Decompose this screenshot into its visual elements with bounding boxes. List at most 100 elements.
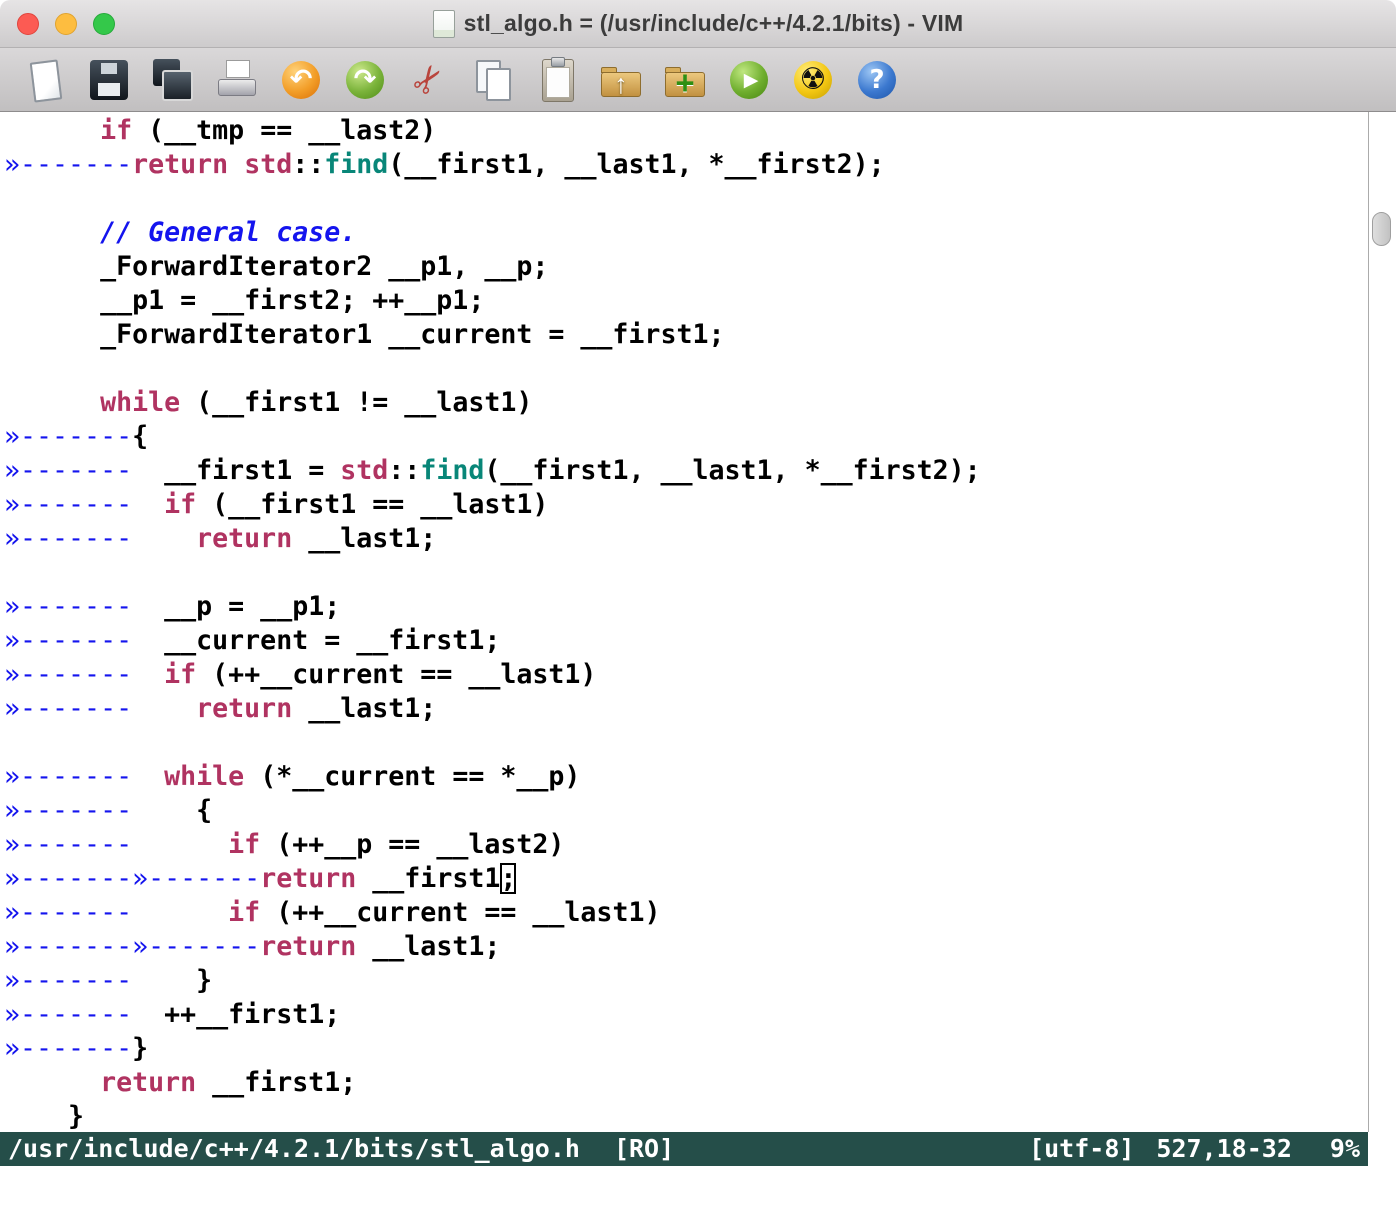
statusbar-left: /usr/include/c++/4.2.1/bits/stl_algo.h [… xyxy=(8,1132,674,1166)
document-proxy-icon[interactable] xyxy=(433,10,455,38)
status-filepath: /usr/include/c++/4.2.1/bits/stl_algo.h xyxy=(8,1132,580,1166)
minimize-button[interactable] xyxy=(55,13,77,35)
code-line[interactable]: // General case. xyxy=(4,216,1368,250)
code-line[interactable]: »-------} xyxy=(4,1032,1368,1066)
code-line[interactable]: »------- __p = __p1; xyxy=(4,590,1368,624)
code-text: if xyxy=(164,489,196,520)
code-text: while xyxy=(164,761,244,792)
code-line[interactable]: »-------»-------return __last1; xyxy=(4,930,1368,964)
code-line[interactable]: »------- __current = __first1; xyxy=(4,624,1368,658)
print-icon[interactable] xyxy=(215,57,259,103)
code-text: __last1; xyxy=(292,523,436,554)
vim-window: stl_algo.h = (/usr/include/c++/4.2.1/bit… xyxy=(0,0,1396,1212)
vertical-scrollbar[interactable] xyxy=(1368,112,1396,1132)
editor: if (__tmp == __last2)»-------return std:… xyxy=(0,112,1396,1132)
save-icon[interactable] xyxy=(87,57,131,103)
close-button[interactable] xyxy=(17,13,39,35)
toolbar: ↶ ↷ ✂ ↑ + ▶ ☢? xyxy=(0,48,1396,112)
cut-icon[interactable]: ✂ xyxy=(407,57,451,103)
code-line[interactable]: »------- ++__first1; xyxy=(4,998,1368,1032)
command-line-area[interactable] xyxy=(0,1166,1396,1212)
save-session-icon-glyph: + xyxy=(663,64,707,102)
copy-icon[interactable] xyxy=(471,57,515,103)
code-text: »------- xyxy=(4,829,132,860)
code-text: »------- xyxy=(4,659,132,690)
code-text: »------- xyxy=(4,591,132,622)
code-text: if xyxy=(228,897,260,928)
titlebar[interactable]: stl_algo.h = (/usr/include/c++/4.2.1/bit… xyxy=(0,0,1396,48)
code-text xyxy=(132,693,196,724)
code-text: »------- xyxy=(4,795,132,826)
status-cursor-position: 527,18-32 xyxy=(1156,1132,1291,1166)
help-icon[interactable]: ? xyxy=(855,57,899,103)
code-text xyxy=(132,761,164,792)
code-line[interactable] xyxy=(4,182,1368,216)
code-line[interactable] xyxy=(4,726,1368,760)
code-line[interactable]: »-------»-------return __first1; xyxy=(4,862,1368,896)
code-text: return xyxy=(100,1067,196,1098)
code-text: if xyxy=(164,659,196,690)
code-text: __first1 = xyxy=(132,455,340,486)
code-text: { xyxy=(132,421,148,452)
code-line[interactable]: »------- __first1 = std::find(__first1, … xyxy=(4,454,1368,488)
load-session-icon[interactable]: ↑ xyxy=(599,57,643,103)
run-script-icon[interactable]: ▶ xyxy=(727,57,771,103)
code-line[interactable]: »------- if (++__p == __last2) xyxy=(4,828,1368,862)
code-text: } xyxy=(132,1033,148,1064)
code-line[interactable]: _ForwardIterator1 __current = __first1; xyxy=(4,318,1368,352)
code-text: (__tmp == __last2) xyxy=(132,115,436,146)
code-text: return xyxy=(196,693,292,724)
save-all-icon[interactable] xyxy=(151,57,195,103)
code-text: return xyxy=(132,149,228,180)
code-line[interactable]: »-------{ xyxy=(4,420,1368,454)
code-text xyxy=(132,489,164,520)
status-encoding: [utf-8] xyxy=(1029,1132,1134,1166)
code-text: while xyxy=(100,387,180,418)
code-line[interactable]: »-------return std::find(__first1, __las… xyxy=(4,148,1368,182)
code-line[interactable]: if (__tmp == __last2) xyxy=(4,114,1368,148)
code-line[interactable]: »------- return __last1; xyxy=(4,522,1368,556)
make-icon-glyph: ☢ xyxy=(794,61,832,99)
code-line[interactable]: return __first1; xyxy=(4,1066,1368,1100)
code-text: »------- xyxy=(4,693,132,724)
run-script-icon-glyph: ▶ xyxy=(730,61,768,99)
code-line[interactable] xyxy=(4,352,1368,386)
code-line[interactable]: »------- if (++__current == __last1) xyxy=(4,658,1368,692)
code-text: (__first1, __last1, *__first2); xyxy=(388,149,884,180)
code-line[interactable]: »------- { xyxy=(4,794,1368,828)
code-text: return xyxy=(260,931,356,962)
redo-icon[interactable]: ↷ xyxy=(343,57,387,103)
code-line[interactable]: »------- if (__first1 == __last1) xyxy=(4,488,1368,522)
code-text xyxy=(132,897,228,928)
scrollbar-thumb[interactable] xyxy=(1372,212,1391,246)
code-line[interactable]: _ForwardIterator2 __p1, __p; xyxy=(4,250,1368,284)
redo-icon-glyph: ↷ xyxy=(346,61,384,99)
code-line[interactable]: »------- return __last1; xyxy=(4,692,1368,726)
code-text: __first1; xyxy=(196,1067,356,1098)
code-text: (__first1 != __last1) xyxy=(180,387,532,418)
code-text: // General case. xyxy=(100,217,356,248)
code-line[interactable]: »------- } xyxy=(4,964,1368,998)
code-text: (__first1 == __last1) xyxy=(196,489,548,520)
open-file-icon[interactable] xyxy=(23,57,67,103)
undo-icon[interactable]: ↶ xyxy=(279,57,323,103)
code-area[interactable]: if (__tmp == __last2)»-------return std:… xyxy=(0,112,1368,1132)
code-text: std xyxy=(244,149,292,180)
save-session-icon[interactable]: + xyxy=(663,57,707,103)
make-icon[interactable]: ☢ xyxy=(791,57,835,103)
code-line[interactable]: while (__first1 != __last1) xyxy=(4,386,1368,420)
cut-icon-glyph: ✂ xyxy=(402,54,455,104)
code-line[interactable]: } xyxy=(4,1100,1368,1132)
paste-icon[interactable] xyxy=(535,57,579,103)
paste-icon-glyph xyxy=(551,57,565,67)
code-line[interactable]: »------- while (*__current == *__p) xyxy=(4,760,1368,794)
code-text: »------- xyxy=(4,523,132,554)
code-text: (++__current == __last1) xyxy=(196,659,596,690)
zoom-button[interactable] xyxy=(93,13,115,35)
code-text: »------- xyxy=(4,999,132,1030)
code-line[interactable]: »------- if (++__current == __last1) xyxy=(4,896,1368,930)
code-text: return xyxy=(260,863,356,894)
code-text: »------- xyxy=(4,761,132,792)
code-line[interactable]: __p1 = __first2; ++__p1; xyxy=(4,284,1368,318)
code-line[interactable] xyxy=(4,556,1368,590)
